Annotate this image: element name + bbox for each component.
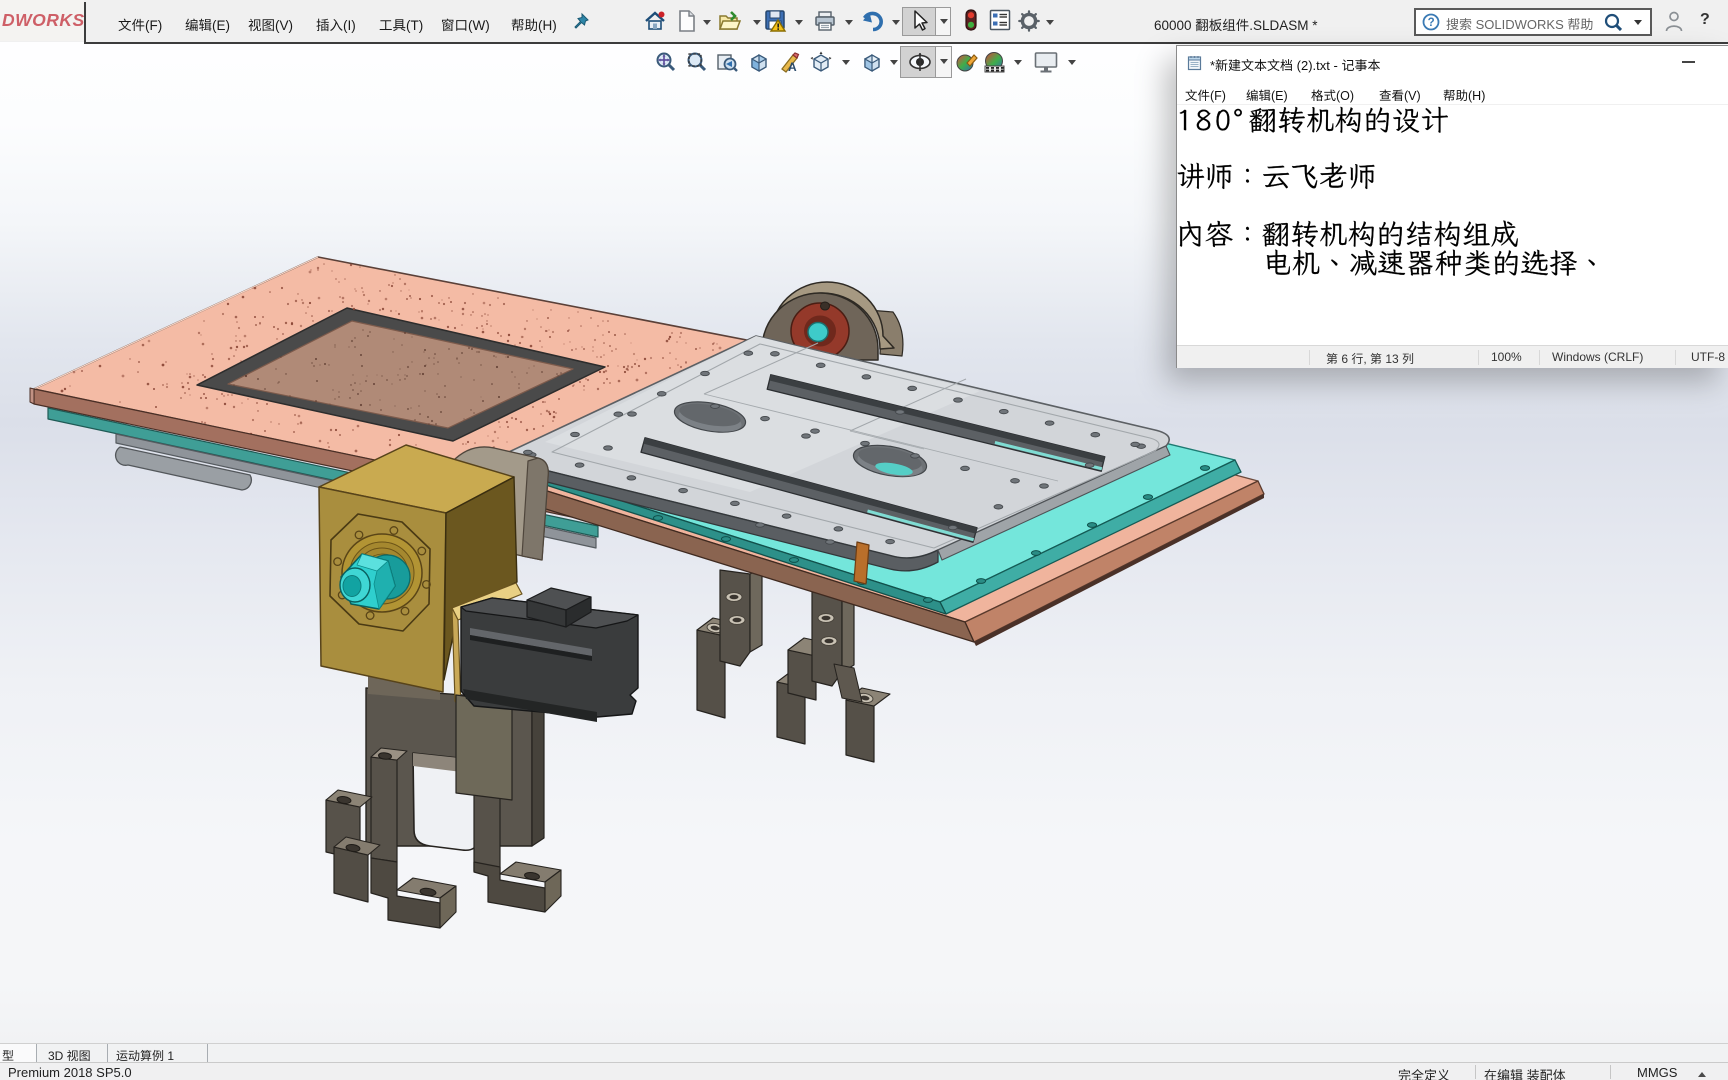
svg-text:A: A xyxy=(788,60,797,74)
svg-text:?: ? xyxy=(1428,17,1435,29)
